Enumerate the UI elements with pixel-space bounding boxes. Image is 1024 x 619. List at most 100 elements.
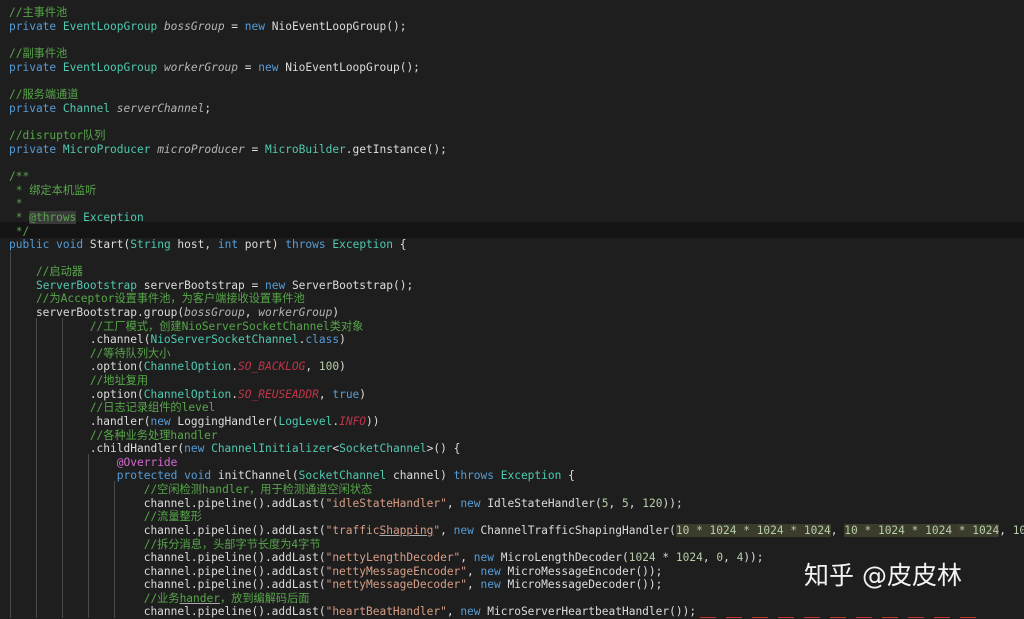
code-token: SocketChannel xyxy=(339,442,427,455)
code-token: , xyxy=(830,524,845,537)
code-token: ChannelTrafficShapingHandler( xyxy=(480,524,676,537)
code-token: workerGroup xyxy=(258,306,333,319)
code-token: , xyxy=(999,524,1013,537)
code-token: EventLoopGroup xyxy=(62,20,164,33)
code-token: .channel( xyxy=(9,333,151,346)
code-token: .option( xyxy=(9,388,144,401)
code-token: "traffic xyxy=(325,524,380,537)
code-token: private xyxy=(9,102,63,115)
code-token: void xyxy=(56,238,90,251)
code-token: host, xyxy=(177,238,218,251)
code-token: "idleStateHandler" xyxy=(325,497,447,510)
code-token: //副事件池 xyxy=(9,47,68,60)
code-token: * xyxy=(9,197,23,210)
code-line: //业务hander，放到编解码后面 xyxy=(9,592,310,606)
code-line: //服务端通道 xyxy=(9,88,78,102)
code-token: MicroProducer xyxy=(62,143,158,156)
code-editor[interactable]: //主事件池 private EventLoopGroup bossGroup =… xyxy=(0,0,1024,618)
code-token: Shapping xyxy=(379,524,434,537)
code-token: , xyxy=(446,605,461,618)
code-token: //各种业务处理handler xyxy=(9,429,218,442)
code-token: ChannelOption xyxy=(143,388,232,401)
code-token: new xyxy=(460,497,488,510)
code-token: "nettyMessageDecoder" xyxy=(325,578,468,591)
code-line: private Channel serverChannel; xyxy=(9,102,211,116)
code-token: //disruptor队列 xyxy=(9,129,106,142)
code-token: new xyxy=(258,61,286,74)
code-token: )); xyxy=(662,497,683,510)
code-token: //工厂模式，创建NioServerSocketChannel类对象 xyxy=(9,320,364,333)
code-token: //等待队列大小 xyxy=(9,347,171,360)
code-line: ServerBootstrap serverBootstrap = new Se… xyxy=(9,279,413,293)
code-token: //流量整形 xyxy=(9,510,202,523)
code-token: ) xyxy=(332,306,340,319)
code-token: * xyxy=(655,551,676,564)
code-token: public xyxy=(9,238,57,251)
code-token: //业务 xyxy=(9,592,180,605)
code-token: serverBootstrap = xyxy=(143,279,265,292)
code-token: Start( xyxy=(89,238,131,251)
code-line: //主事件池 xyxy=(9,6,67,20)
code-token: 120 xyxy=(642,497,663,510)
code-token: channel.pipeline().addLast( xyxy=(9,565,326,578)
code-token: channel.pipeline().addLast( xyxy=(9,524,326,537)
code-line: //为Acceptor设置事件池，为客户端接收设置事件池 xyxy=(9,292,305,306)
code-token: new xyxy=(480,578,508,591)
code-token: )); xyxy=(743,551,764,564)
code-token: true xyxy=(332,388,360,401)
code-token: new xyxy=(264,279,292,292)
code-token: , xyxy=(608,497,623,510)
code-token: channel.pipeline().addLast( xyxy=(9,497,326,510)
code-token: * xyxy=(9,211,30,224)
code-token: .option( xyxy=(9,360,144,373)
code-token: 5 xyxy=(601,497,609,510)
code-token: SO_REUSEADDR xyxy=(238,388,319,401)
code-token: microProducer xyxy=(157,143,245,156)
code-token: MicroBuilder xyxy=(264,143,346,156)
code-token: 100 xyxy=(318,360,340,373)
code-token: initChannel( xyxy=(217,469,299,482)
code-token: , xyxy=(467,578,481,591)
watermark-text: 知乎 @皮皮林 xyxy=(804,561,962,590)
code-line: * 绑定本机监听 xyxy=(9,184,97,198)
code-token: = xyxy=(224,20,245,33)
code-token: //日志记录组件的level xyxy=(9,401,216,414)
code-line: //空闲检测handler，用于检测通道空闲状态 xyxy=(9,483,372,497)
code-line: protected void initChannel(SocketChannel… xyxy=(9,469,575,483)
code-line: channel.pipeline().addLast("idleStateHan… xyxy=(9,497,683,511)
code-token: Exception xyxy=(76,211,144,224)
code-token: Exception xyxy=(500,469,562,482)
code-line: //等待队列大小 xyxy=(9,347,171,361)
code-line: //disruptor队列 xyxy=(9,129,105,143)
code-token: serverChannel xyxy=(116,102,205,115)
code-token: , xyxy=(446,497,461,510)
code-line: public void Start(String host, int port)… xyxy=(9,238,406,252)
code-line: //副事件池 xyxy=(9,47,67,61)
code-token: { xyxy=(393,238,407,251)
code-line: .handler(new LoggingHandler(LogLevel.INF… xyxy=(9,415,380,429)
code-token: IdleStateHandler( xyxy=(487,497,602,510)
code-line: channel.pipeline().addLast("nettyMessage… xyxy=(9,565,663,579)
code-token: .handler( xyxy=(9,415,151,428)
code-token: * 绑定本机监听 xyxy=(9,184,97,197)
code-token: MicroLengthDecoder( xyxy=(500,551,629,564)
code-token: channel) xyxy=(392,469,454,482)
code-token: ，放到编解码后面 xyxy=(219,592,310,605)
code-token: new xyxy=(453,524,481,537)
code-line: //日志记录组件的level xyxy=(9,401,215,415)
code-token: ServerBootstrap xyxy=(35,279,144,292)
code-token: new xyxy=(460,605,488,618)
code-token: //服务端通道 xyxy=(9,88,79,101)
code-token: LoggingHandler( xyxy=(177,415,279,428)
code-token: new xyxy=(184,442,212,455)
code-token: bossGroup xyxy=(184,306,245,319)
code-line: .option(ChannelOption.SO_BACKLOG, 100) xyxy=(9,360,346,374)
code-line: * xyxy=(9,197,23,211)
code-line: /** xyxy=(9,170,29,184)
code-token: //主事件池 xyxy=(9,6,68,19)
code-token: { xyxy=(561,469,575,482)
code-line: //拆分消息，头部字节长度为4字节 xyxy=(9,538,321,552)
